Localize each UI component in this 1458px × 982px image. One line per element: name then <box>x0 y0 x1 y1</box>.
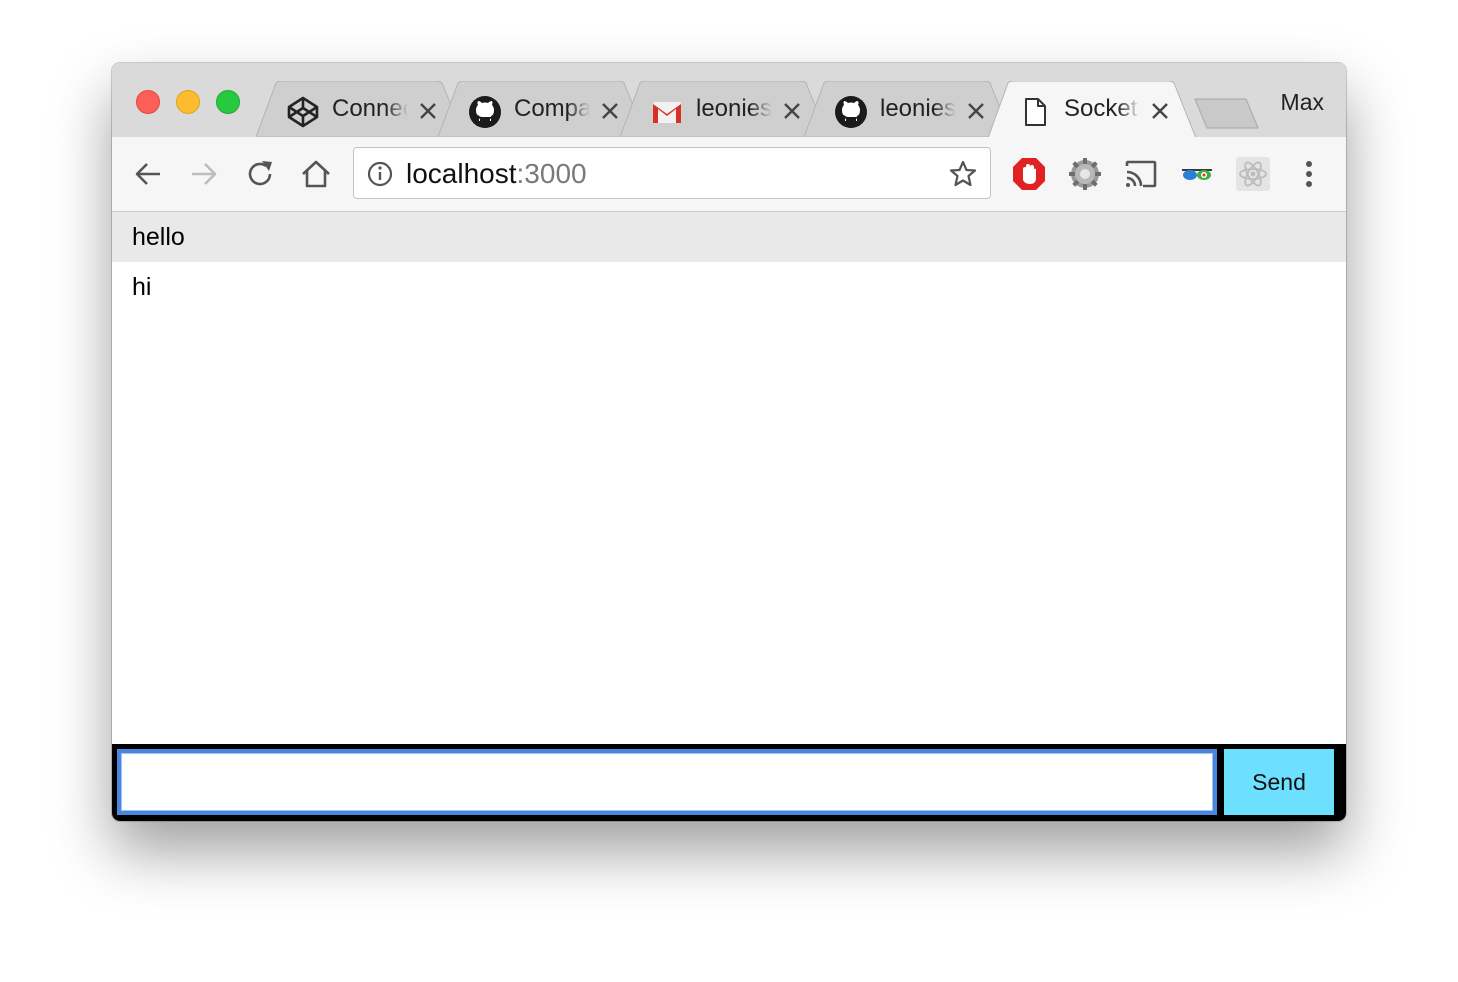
message-form: Send <box>112 744 1346 821</box>
menu-kebab-icon[interactable] <box>1291 156 1327 192</box>
forward-arrow-icon[interactable] <box>187 157 221 191</box>
tab-title: Connect to a server <box>332 95 408 122</box>
zoom-window-button[interactable] <box>216 90 240 114</box>
url-text: localhost:3000 <box>406 158 587 190</box>
codepen-icon <box>287 96 319 128</box>
tab-3[interactable]: leonies repository <box>804 81 1014 137</box>
url-host: localhost <box>406 158 517 189</box>
info-icon[interactable] <box>366 160 394 188</box>
address-bar[interactable]: localhost:3000 <box>353 147 991 199</box>
cast-icon[interactable] <box>1123 156 1159 192</box>
tab-0[interactable]: Connect to a server <box>256 81 466 137</box>
tab-1[interactable]: Compare changes <box>438 81 648 137</box>
message-input[interactable] <box>117 749 1217 815</box>
close-tab-icon[interactable] <box>1148 99 1172 123</box>
close-window-button[interactable] <box>136 90 160 114</box>
tab-4-active[interactable]: Socket.IO chat <box>988 81 1198 137</box>
minimize-window-button[interactable] <box>176 90 200 114</box>
profile-name[interactable]: Max <box>1281 89 1324 116</box>
tab-title: Socket.IO chat <box>1064 95 1140 122</box>
url-port: :3000 <box>516 158 587 189</box>
browser-window: Connect to a server Compare changes <box>112 63 1346 821</box>
reload-icon[interactable] <box>243 157 277 191</box>
tab-title: leonies mail <box>696 95 772 122</box>
send-button[interactable]: Send <box>1224 749 1334 815</box>
tab-title: Compare changes <box>514 95 590 122</box>
github-icon <box>835 96 867 128</box>
close-tab-icon[interactable] <box>416 99 440 123</box>
home-icon[interactable] <box>299 157 333 191</box>
gmail-icon <box>653 102 681 123</box>
close-tab-icon[interactable] <box>780 99 804 123</box>
close-tab-icon[interactable] <box>964 99 988 123</box>
back-arrow-icon[interactable] <box>131 157 165 191</box>
browser-toolbar: localhost:3000 <box>112 137 1346 212</box>
github-icon <box>469 96 501 128</box>
adblock-icon[interactable] <box>1011 156 1047 192</box>
bookmark-star-icon[interactable] <box>948 159 978 189</box>
message-item: hi <box>132 273 152 301</box>
page-content: hello hi <box>112 212 1346 744</box>
message-item: hello <box>112 212 1346 262</box>
close-tab-icon[interactable] <box>598 99 622 123</box>
tab-strip: Connect to a server Compare changes <box>112 63 1346 137</box>
tab-title: leonies repository <box>880 95 956 122</box>
page-icon <box>1025 98 1046 126</box>
settings-gear-icon[interactable] <box>1067 156 1103 192</box>
glasses-icon[interactable] <box>1179 156 1215 192</box>
react-devtools-icon[interactable] <box>1235 156 1271 192</box>
new-tab-button[interactable] <box>1194 97 1260 131</box>
tab-2[interactable]: leonies mail <box>620 81 830 137</box>
